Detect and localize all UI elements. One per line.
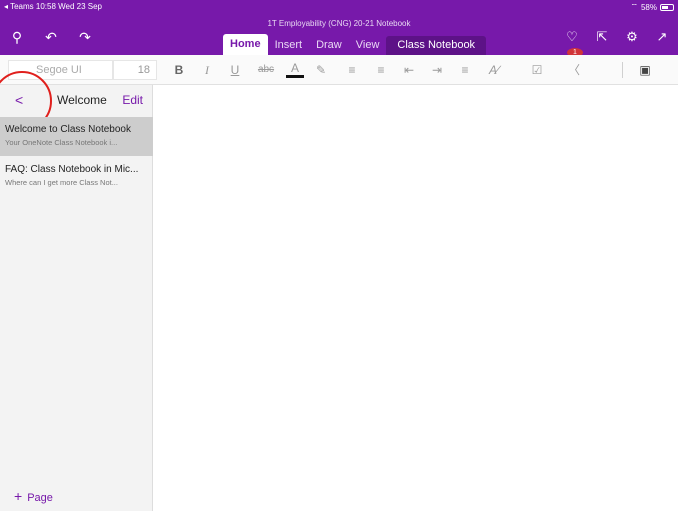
notebook-title: 1T Employability (CNG) 20-21 Notebook: [267, 19, 411, 28]
to-do-checkbox-icon[interactable]: ☑: [528, 61, 546, 79]
section-title: Welcome: [57, 93, 107, 107]
page-preview: Where can I get more Class Not...: [5, 178, 118, 187]
page-preview: Your OneNote Class Notebook i...: [5, 138, 118, 147]
bulleted-list-icon[interactable]: ≡: [343, 61, 361, 79]
battery-fill: [662, 5, 668, 9]
sidebar-header: < Welcome Edit: [0, 71, 153, 131]
italic-button[interactable]: I: [198, 61, 216, 79]
styles-icon[interactable]: A∕: [485, 61, 503, 79]
tab-home[interactable]: Home: [223, 34, 268, 55]
status-bar: ◂ Teams 10:58 Wed 23 Sep ⌔ 58%: [4, 2, 674, 14]
redo-icon[interactable]: ↷: [77, 29, 93, 46]
status-indicators: ⌔ 58%: [630, 2, 674, 12]
align-icon[interactable]: ≡: [456, 61, 474, 79]
battery-icon: [660, 3, 674, 11]
tab-draw[interactable]: Draw: [309, 36, 349, 55]
ribbon-tabs: Home Insert Draw View Class Notebook: [223, 34, 487, 55]
header-left-actions: ⚲ ↶ ↷: [9, 29, 93, 46]
search-icon[interactable]: ⚲: [9, 29, 25, 46]
add-page-button[interactable]: + Page: [14, 488, 53, 504]
page-title: Welcome to Class Notebook: [5, 124, 131, 135]
underline-button[interactable]: U: [226, 61, 244, 79]
list-item[interactable]: FAQ: Class Notebook in Mic... Where can …: [0, 157, 153, 196]
tab-view[interactable]: View: [349, 36, 387, 55]
tab-class-notebook[interactable]: Class Notebook: [386, 36, 487, 55]
list-item[interactable]: Welcome to Class Notebook Your OneNote C…: [0, 117, 153, 156]
strikethrough-button[interactable]: abc: [254, 61, 278, 79]
decrease-indent-icon[interactable]: ⇤: [400, 61, 418, 79]
font-size-select[interactable]: 18: [113, 60, 157, 80]
highlighter-icon[interactable]: ✎: [312, 61, 330, 79]
plus-icon: +: [14, 488, 23, 504]
page-title: FAQ: Class Notebook in Mic...: [5, 164, 139, 175]
app-header: ◂ Teams 10:58 Wed 23 Sep ⌔ 58% 1T Employ…: [0, 0, 678, 57]
numbered-list-icon[interactable]: ≡: [372, 61, 390, 79]
sticky-note-icon[interactable]: ▣: [636, 61, 654, 79]
status-time: ◂ Teams 10:58 Wed 23 Sep: [4, 2, 103, 11]
edit-button[interactable]: Edit: [122, 93, 143, 107]
onenote-app: ◂ Teams 10:58 Wed 23 Sep ⌔ 58% 1T Employ…: [0, 0, 678, 511]
page-canvas[interactable]: [154, 86, 678, 511]
undo-icon[interactable]: ↶: [43, 29, 59, 46]
formatting-toolbar: Segoe UI 18 B I U abc A ✎ ≡ ≡ ⇤ ⇥ ≡ A∕ ☑…: [0, 55, 678, 85]
tab-insert[interactable]: Insert: [268, 36, 310, 55]
increase-indent-icon[interactable]: ⇥: [428, 61, 446, 79]
font-color-button[interactable]: A: [286, 61, 304, 78]
bold-button[interactable]: B: [170, 61, 188, 79]
wifi-icon: ⌔: [630, 2, 638, 11]
tag-icon[interactable]: 〈: [565, 61, 583, 79]
toolbar-divider: [622, 62, 623, 78]
page-list-sidebar: < Welcome Edit Welcome to Class Notebook…: [0, 71, 153, 511]
add-page-label: Page: [27, 492, 53, 504]
battery-percent: 58%: [640, 2, 657, 12]
